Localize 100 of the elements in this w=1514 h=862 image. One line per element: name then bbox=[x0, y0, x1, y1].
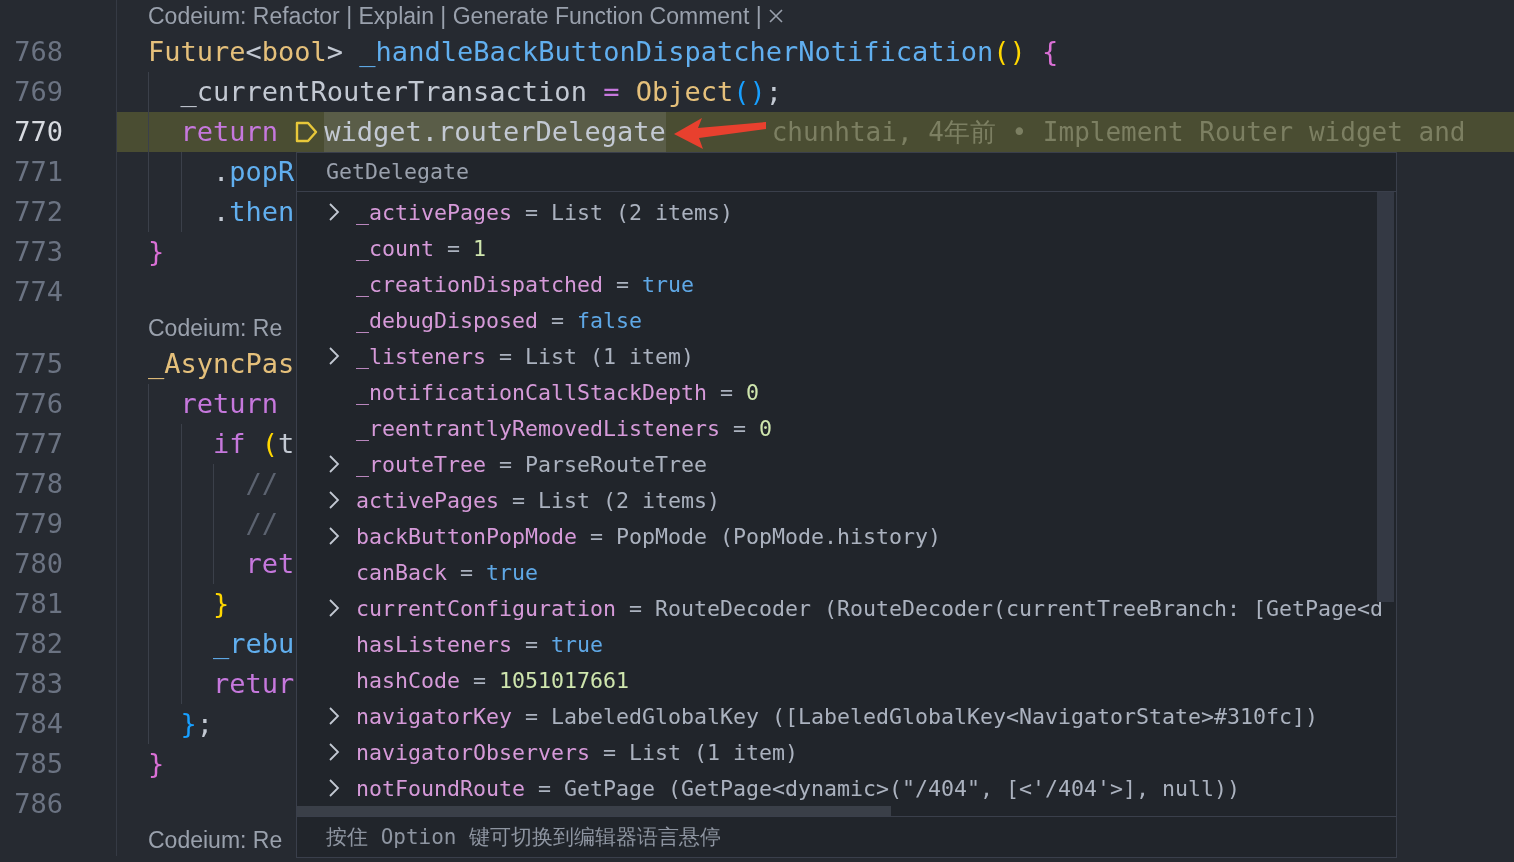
line-number: 779 bbox=[14, 507, 63, 541]
code-token: . bbox=[213, 155, 230, 189]
code-token: widget.routerDelegate bbox=[324, 112, 666, 152]
code-token: popR bbox=[229, 155, 295, 189]
property-value: LabeledGlobalKey ([LabeledGlobalKey<NavigatorState>#310fc]) bbox=[551, 703, 1319, 729]
line-number: 777 bbox=[14, 427, 63, 461]
property-value: 0 bbox=[746, 379, 760, 405]
chevron-icon[interactable] bbox=[328, 706, 340, 726]
property-name: _creationDispatched bbox=[356, 271, 603, 297]
equals-sign: = bbox=[447, 235, 461, 261]
equals-sign: = bbox=[525, 199, 539, 225]
line-number: 784 bbox=[14, 707, 63, 741]
property-value: true bbox=[551, 631, 604, 657]
property-value: GetPage (GetPage<dynamic>("/404", [<'/404'>], null)) bbox=[564, 775, 1241, 801]
equals-sign: = bbox=[473, 667, 487, 693]
equals-sign: = bbox=[603, 739, 617, 765]
code-token: . bbox=[213, 195, 230, 229]
property-name: _debugDisposed bbox=[356, 307, 538, 333]
equals-sign: = bbox=[616, 271, 630, 297]
property-value: false bbox=[577, 307, 643, 333]
code-token: } bbox=[148, 747, 165, 781]
property-value: 0 bbox=[759, 415, 773, 441]
code-token: Object bbox=[635, 75, 734, 109]
close-icon[interactable] bbox=[767, 8, 784, 24]
code-token: _AsyncPas bbox=[148, 347, 295, 381]
equals-sign: = bbox=[512, 487, 526, 513]
property-value: List (1 item) bbox=[629, 739, 799, 765]
chevron-icon[interactable] bbox=[328, 454, 340, 474]
line-number: 774 bbox=[14, 275, 63, 309]
property-value: true bbox=[642, 271, 695, 297]
property-name[interactable]: _listeners bbox=[356, 343, 486, 369]
code-token: = bbox=[602, 75, 621, 109]
property-name[interactable]: _activePages bbox=[356, 199, 512, 225]
code-token: { bbox=[1041, 35, 1059, 69]
code-token: retur bbox=[213, 667, 295, 701]
code-token: _currentRouterTransaction bbox=[180, 75, 587, 109]
chevron-icon[interactable] bbox=[328, 202, 340, 222]
property-name: canBack bbox=[356, 559, 447, 585]
code-token: () bbox=[993, 35, 1026, 69]
equals-sign: = bbox=[551, 307, 565, 333]
property-name[interactable]: _routeTree bbox=[356, 451, 486, 477]
equals-sign: = bbox=[460, 559, 474, 585]
property-value: PopMode (PopMode.history) bbox=[616, 523, 942, 549]
scrollbar-thumb[interactable] bbox=[1377, 192, 1394, 602]
code-token: then bbox=[229, 195, 295, 229]
chevron-icon[interactable] bbox=[328, 598, 340, 618]
chevron-icon[interactable] bbox=[328, 778, 340, 798]
chevron-icon[interactable] bbox=[328, 526, 340, 546]
code-token: if bbox=[213, 427, 246, 461]
code-token: // bbox=[245, 507, 278, 541]
line-number: 775 bbox=[14, 347, 63, 381]
equals-sign: = bbox=[499, 451, 513, 477]
property-name[interactable]: notFoundRoute bbox=[356, 775, 525, 801]
property-value: true bbox=[486, 559, 539, 585]
code-token: } bbox=[180, 707, 197, 741]
equals-sign: = bbox=[720, 379, 734, 405]
line-number: 769 bbox=[14, 75, 63, 109]
code-lens[interactable]: Codeium: Re bbox=[148, 314, 283, 342]
scrollbar-thumb[interactable] bbox=[297, 806, 891, 816]
line-number: 782 bbox=[14, 627, 63, 661]
property-value: RouteDecoder (RouteDecoder(currentTreeBranch: [GetPage<d bbox=[655, 595, 1384, 621]
code-token: return bbox=[180, 387, 279, 421]
equals-sign: = bbox=[525, 631, 539, 657]
code-lens[interactable]: Codeium: Re bbox=[148, 826, 283, 854]
chevron-icon[interactable] bbox=[328, 742, 340, 762]
property-name[interactable]: activePages bbox=[356, 487, 499, 513]
equals-sign: = bbox=[538, 775, 552, 801]
property-name[interactable]: backButtonPopMode bbox=[356, 523, 577, 549]
property-name[interactable]: navigatorObservers bbox=[356, 739, 590, 765]
code-token: > bbox=[326, 35, 345, 69]
code-token: ret bbox=[245, 547, 295, 581]
line-number: 773 bbox=[14, 235, 63, 269]
chevron-icon[interactable] bbox=[328, 490, 340, 510]
property-value: List (1 item) bbox=[525, 343, 695, 369]
property-value: List (2 items) bbox=[538, 487, 721, 513]
code-token: _rebu bbox=[213, 627, 295, 661]
property-name[interactable]: navigatorKey bbox=[356, 703, 512, 729]
code-token: _handleBackButtonDispatcherNotification bbox=[359, 35, 994, 69]
code-token: t bbox=[278, 427, 295, 461]
code-token: ; bbox=[196, 707, 214, 741]
property-name: _reentrantlyRemovedListeners bbox=[356, 415, 720, 441]
equals-sign: = bbox=[525, 703, 539, 729]
chevron-icon[interactable] bbox=[328, 346, 340, 366]
code-token: } bbox=[213, 587, 230, 621]
property-value: List (2 items) bbox=[551, 199, 734, 225]
code-token: < bbox=[245, 35, 262, 69]
line-number: 786 bbox=[14, 787, 63, 821]
line-number: 776 bbox=[14, 387, 63, 421]
code-lens[interactable]: Codeium: Refactor | Explain | Generate Function Comment | bbox=[148, 2, 762, 30]
line-number: 780 bbox=[14, 547, 63, 581]
code-token: ( bbox=[261, 427, 279, 461]
property-name[interactable]: currentConfiguration bbox=[356, 595, 616, 621]
line-number: 770 bbox=[14, 115, 63, 149]
property-value: 1 bbox=[473, 235, 487, 261]
line-number: 783 bbox=[14, 667, 63, 701]
equals-sign: = bbox=[629, 595, 643, 621]
property-value: ParseRouteTree bbox=[525, 451, 708, 477]
line-number: 768 bbox=[14, 35, 63, 69]
equals-sign: = bbox=[499, 343, 513, 369]
line-number: 772 bbox=[14, 195, 63, 229]
